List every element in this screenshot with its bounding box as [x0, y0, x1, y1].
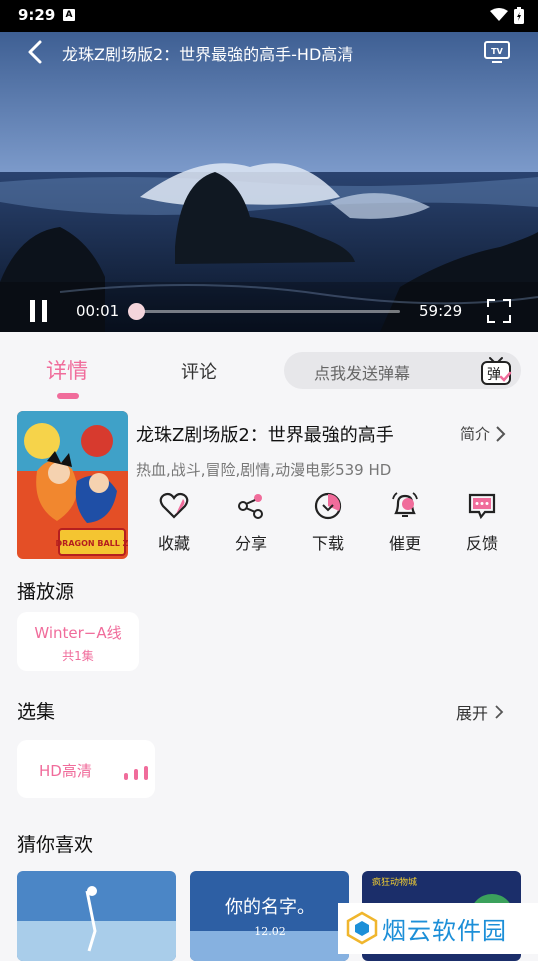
fullscreen-icon[interactable]: [487, 299, 511, 323]
source-count: 共1集: [62, 649, 94, 663]
poster-art: DRAGON BALL Z: [17, 411, 128, 559]
chevron-right-icon: [495, 705, 504, 719]
recommend-poster: 你的名字。 12.02: [190, 871, 349, 961]
episode-label: HD高清: [39, 762, 92, 780]
danmaku-tv-icon[interactable]: 弹: [479, 353, 513, 387]
expand-button[interactable]: 展开: [456, 700, 504, 724]
video-title: 龙珠Z剧场版2：世界最強的高手-HD高清: [62, 45, 354, 64]
share-button[interactable]: 分享: [221, 490, 281, 554]
tab-indicator: [57, 393, 79, 399]
status-bar: 9:29 A: [0, 0, 538, 32]
wifi-icon: [490, 8, 508, 21]
share-icon: [238, 494, 263, 519]
bell-icon: [392, 492, 418, 517]
watermark-text: 烟云软件园: [382, 917, 507, 945]
source-name: Winter−A线: [34, 624, 122, 642]
heart-icon: [159, 492, 189, 519]
svg-text:TV: TV: [491, 47, 503, 56]
episodes-section-title: 选集: [17, 701, 56, 723]
action-label: 收藏: [157, 534, 190, 553]
total-time: 59:29: [419, 302, 463, 320]
recommend-item[interactable]: [17, 871, 176, 961]
recommend-poster: [17, 871, 176, 961]
action-label: 下载: [311, 534, 344, 553]
watermark-logo-icon: [346, 911, 378, 945]
tab-comment[interactable]: 评论: [181, 358, 217, 384]
action-label: 催更: [388, 534, 421, 553]
tab-bar: 详情 评论 点我发送弹幕 弹: [0, 340, 538, 402]
source-section-title: 播放源: [17, 581, 75, 603]
poster-image[interactable]: DRAGON BALL Z: [17, 411, 128, 559]
notification-icon: A: [63, 9, 75, 21]
svg-text:弹: 弹: [487, 367, 501, 383]
status-icons: [490, 6, 524, 24]
expand-label: 展开: [456, 704, 489, 723]
feedback-button[interactable]: 反馈: [452, 490, 512, 554]
action-label: 反馈: [465, 534, 498, 553]
pause-icon[interactable]: [27, 299, 51, 323]
favorite-button[interactable]: 收藏: [144, 490, 204, 554]
back-icon[interactable]: [22, 38, 50, 66]
status-time: 9:29: [18, 6, 56, 24]
recommend-section-title: 猜你喜欢: [17, 834, 94, 856]
action-row: 收藏 分享 下载 催更 反馈: [136, 490, 538, 560]
intro-button[interactable]: 简介: [460, 423, 506, 444]
download-button[interactable]: 下载: [298, 490, 358, 554]
episode-item[interactable]: HD高清: [17, 740, 155, 798]
seek-bar[interactable]: [136, 310, 400, 313]
svg-text:你的名字。: 你的名字。: [225, 897, 315, 918]
show-tags: 热血,战斗,冒险,剧情,动漫电影539 HD: [136, 461, 392, 479]
video-player[interactable]: 龙珠Z剧场版2：世界最強的高手-HD高清 TV 00:01 59:29: [0, 32, 538, 332]
battery-icon: [514, 6, 524, 24]
current-time: 00:01: [76, 302, 120, 320]
intro-label: 简介: [460, 425, 491, 443]
feedback-icon: [468, 493, 496, 520]
danmaku-placeholder: 点我发送弹幕: [314, 364, 411, 383]
tab-detail[interactable]: 详情: [46, 355, 88, 385]
recommend-item[interactable]: 你的名字。 12.02: [190, 871, 349, 961]
show-title: 龙珠Z剧场版2：世界最強的高手: [136, 425, 394, 446]
download-icon: [314, 492, 342, 520]
tv-cast-icon[interactable]: TV: [482, 38, 512, 66]
watermark: 烟云软件园: [338, 903, 538, 954]
urge-update-button[interactable]: 催更: [375, 490, 435, 554]
seek-handle[interactable]: [128, 303, 145, 320]
danmaku-input[interactable]: 点我发送弹幕 弹: [284, 352, 521, 389]
svg-text:DRAGON BALL Z: DRAGON BALL Z: [56, 539, 128, 548]
svg-text:12.02: 12.02: [254, 925, 286, 938]
source-card[interactable]: Winter−A线 共1集: [17, 612, 139, 671]
svg-text:疯狂动物城: 疯狂动物城: [372, 876, 417, 888]
video-frame: [0, 32, 538, 332]
action-label: 分享: [234, 534, 267, 553]
playing-indicator-icon: [124, 766, 148, 780]
chevron-right-icon: [496, 425, 506, 442]
